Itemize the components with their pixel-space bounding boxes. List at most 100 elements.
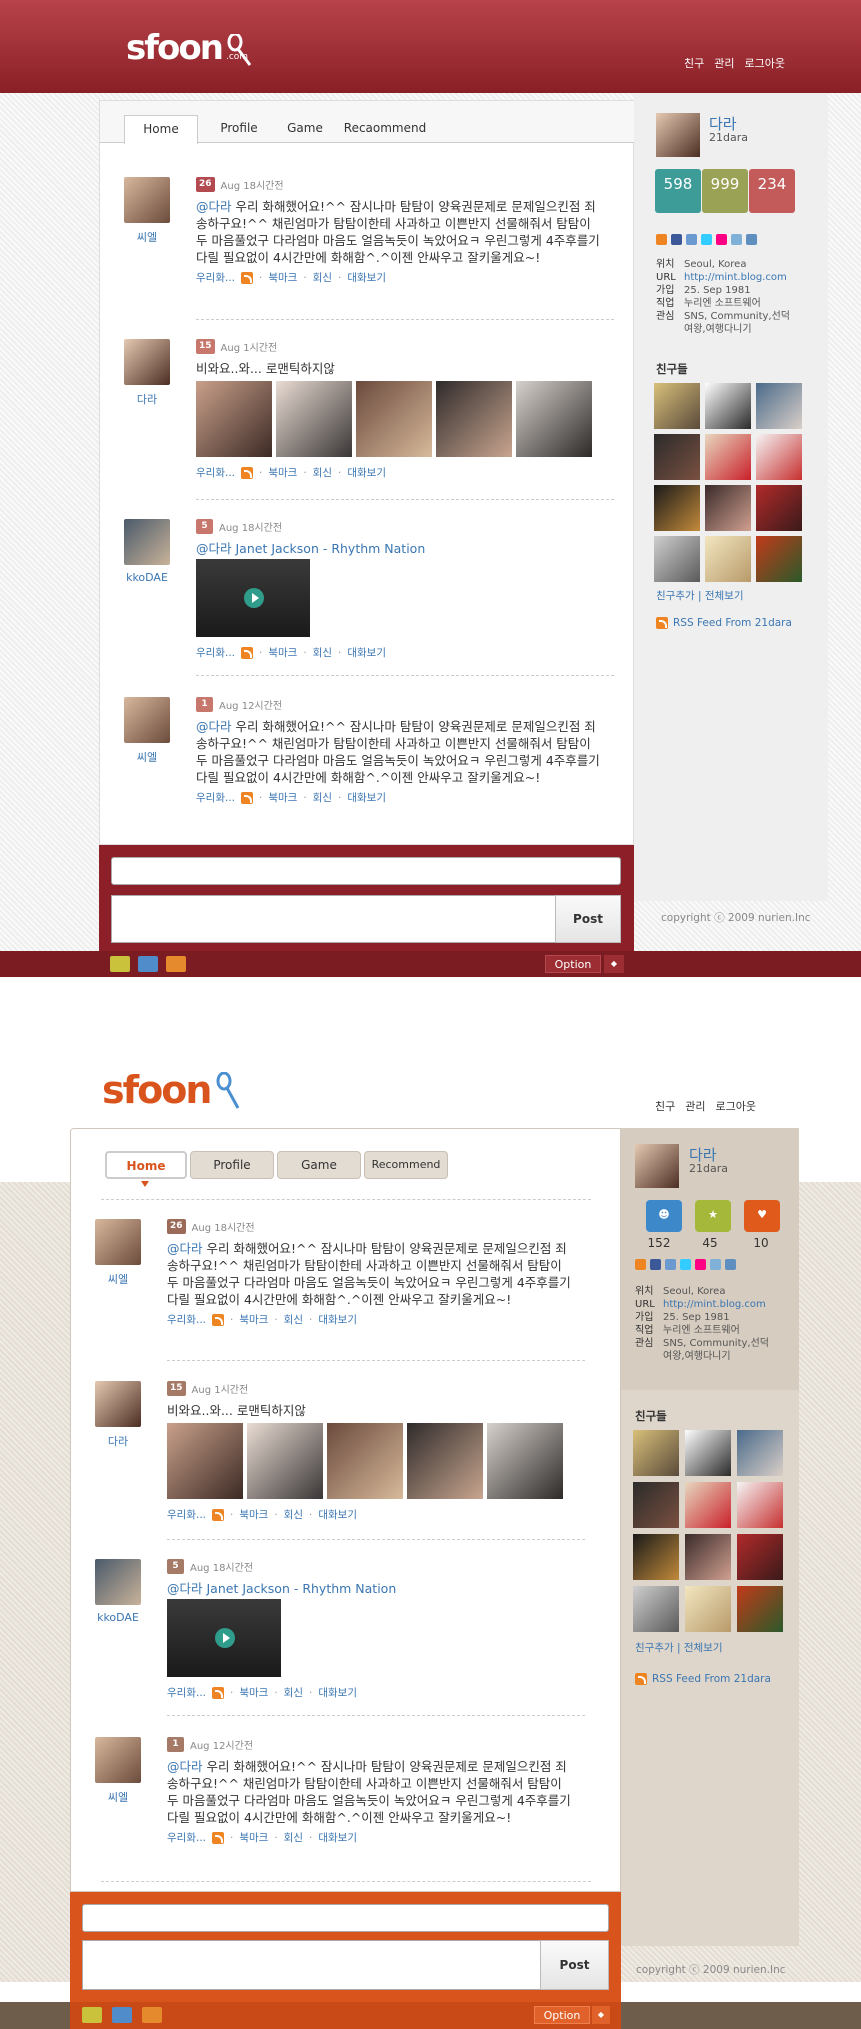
stat-heart-icon[interactable]: ♥	[744, 1200, 780, 1232]
bookmark-link[interactable]: 북마크	[268, 790, 297, 805]
friend-avatar[interactable]	[737, 1534, 783, 1580]
play-icon[interactable]	[244, 588, 264, 608]
friend-avatar[interactable]	[633, 1430, 679, 1476]
play-icon[interactable]	[215, 1628, 235, 1648]
share-link[interactable]: 우리화...	[196, 270, 235, 285]
avatar[interactable]	[95, 1737, 141, 1783]
rss-icon[interactable]	[241, 791, 253, 804]
rss-feed-link[interactable]: RSS Feed From 21dara	[656, 617, 792, 629]
video-icon[interactable]	[138, 956, 158, 972]
mention-link[interactable]: @다라	[167, 1759, 203, 1774]
mention-link[interactable]: @다라	[196, 541, 232, 556]
tab-profile[interactable]: Profile	[198, 115, 280, 144]
photo-thumbnail[interactable]	[516, 381, 592, 457]
flickr-icon[interactable]	[695, 1259, 706, 1270]
avatar[interactable]	[95, 1381, 141, 1427]
bookmark-link[interactable]: 북마크	[239, 1507, 268, 1522]
video-icon[interactable]	[112, 2007, 132, 2023]
post-author[interactable]: 다라	[87, 1433, 149, 1449]
title-input[interactable]	[82, 1904, 609, 1932]
rss-feed-link[interactable]: RSS Feed From 21dara	[635, 1673, 771, 1685]
profile-avatar[interactable]	[635, 1144, 679, 1188]
conversation-link[interactable]: 대화보기	[318, 1312, 357, 1327]
share-link[interactable]: 우리화...	[167, 1830, 206, 1845]
avatar[interactable]	[124, 339, 170, 385]
tab-game[interactable]: Game	[277, 1151, 361, 1179]
rss-icon[interactable]	[212, 1313, 224, 1326]
rss-icon[interactable]	[656, 234, 667, 245]
photo-thumbnail[interactable]	[247, 1423, 323, 1499]
photo-thumbnail[interactable]	[487, 1423, 563, 1499]
rss-icon[interactable]	[241, 466, 253, 479]
profile-url-link[interactable]: http://mint.blog.com	[684, 272, 787, 283]
flickr-icon[interactable]	[716, 234, 727, 245]
friend-avatar[interactable]	[705, 383, 751, 429]
reply-link[interactable]: 회신	[284, 1507, 303, 1522]
conversation-link[interactable]: 대화보기	[347, 645, 386, 660]
friend-avatar[interactable]	[737, 1482, 783, 1528]
friend-avatar[interactable]	[685, 1534, 731, 1580]
rss-icon[interactable]	[212, 1831, 224, 1844]
tab-recommend[interactable]: Recommend	[364, 1151, 448, 1179]
conversation-link[interactable]: 대화보기	[347, 270, 386, 285]
twitter-icon[interactable]	[701, 234, 712, 245]
avatar[interactable]	[95, 1219, 141, 1265]
friend-avatar[interactable]	[633, 1534, 679, 1580]
profile-url-link[interactable]: http://mint.blog.com	[663, 1299, 766, 1310]
share-link[interactable]: 우리화...	[196, 465, 235, 480]
share-link[interactable]: 우리화...	[167, 1312, 206, 1327]
twitter-icon[interactable]	[680, 1259, 691, 1270]
facebook-icon[interactable]	[650, 1259, 661, 1270]
tab-home[interactable]: Home	[124, 115, 198, 144]
stat-cup-icon[interactable]: ☻	[646, 1200, 682, 1232]
post-body[interactable]: Janet Jackson - Rhythm Nation	[203, 1581, 396, 1596]
option-button[interactable]: Option	[545, 955, 601, 973]
reply-link[interactable]: 회신	[284, 1312, 303, 1327]
friend-avatar[interactable]	[633, 1586, 679, 1632]
logo[interactable]: sfoon	[102, 1068, 240, 1112]
share-icon[interactable]	[725, 1259, 736, 1270]
tab-game[interactable]: Game	[280, 115, 330, 144]
photo-thumbnail[interactable]	[407, 1423, 483, 1499]
friend-avatar[interactable]	[756, 383, 802, 429]
friend-avatar[interactable]	[756, 434, 802, 480]
mention-link[interactable]: @다라	[167, 1241, 203, 1256]
friend-avatar[interactable]	[654, 383, 700, 429]
photo-thumbnail[interactable]	[436, 381, 512, 457]
share-link[interactable]: 우리화...	[167, 1507, 206, 1522]
rss-icon[interactable]	[241, 271, 253, 284]
nav-manage[interactable]: 관리	[685, 1098, 705, 1114]
friend-avatar[interactable]	[756, 485, 802, 531]
reply-link[interactable]: 회신	[284, 1685, 303, 1700]
post-author[interactable]: kkoDAE	[87, 1611, 149, 1624]
friends-links[interactable]: 친구추가 | 전체보기	[635, 1640, 723, 1655]
facebook-icon[interactable]	[671, 234, 682, 245]
photo-thumbnail[interactable]	[196, 381, 272, 457]
post-author[interactable]: 씨엘	[116, 229, 178, 245]
chat-icon[interactable]	[731, 234, 742, 245]
friend-avatar[interactable]	[756, 536, 802, 582]
friend-avatar[interactable]	[737, 1430, 783, 1476]
post-button[interactable]: Post	[540, 1940, 609, 1990]
stat-box[interactable]: 999	[702, 169, 748, 213]
nav-friends[interactable]: 친구	[655, 1098, 675, 1114]
friend-avatar[interactable]	[654, 485, 700, 531]
post-body[interactable]: Janet Jackson - Rhythm Nation	[232, 541, 425, 556]
tab-recommend[interactable]: Recaommend	[330, 115, 440, 144]
delicious-icon[interactable]	[686, 234, 697, 245]
stat-box[interactable]: 598	[655, 169, 701, 213]
tab-profile[interactable]: Profile	[190, 1151, 274, 1179]
conversation-link[interactable]: 대화보기	[347, 790, 386, 805]
conversation-link[interactable]: 대화보기	[318, 1685, 357, 1700]
reply-link[interactable]: 회신	[313, 790, 332, 805]
tab-home[interactable]: Home	[105, 1151, 187, 1179]
nav-manage[interactable]: 관리	[714, 55, 734, 71]
rss-icon[interactable]	[635, 1259, 646, 1270]
mention-link[interactable]: @다라	[167, 1581, 203, 1596]
logo[interactable]: sfoon .com	[126, 28, 252, 68]
bookmark-link[interactable]: 북마크	[268, 270, 297, 285]
post-button[interactable]: Post	[555, 895, 621, 943]
bookmark-link[interactable]: 북마크	[239, 1685, 268, 1700]
reply-link[interactable]: 회신	[313, 645, 332, 660]
stat-box[interactable]: 234	[749, 169, 795, 213]
